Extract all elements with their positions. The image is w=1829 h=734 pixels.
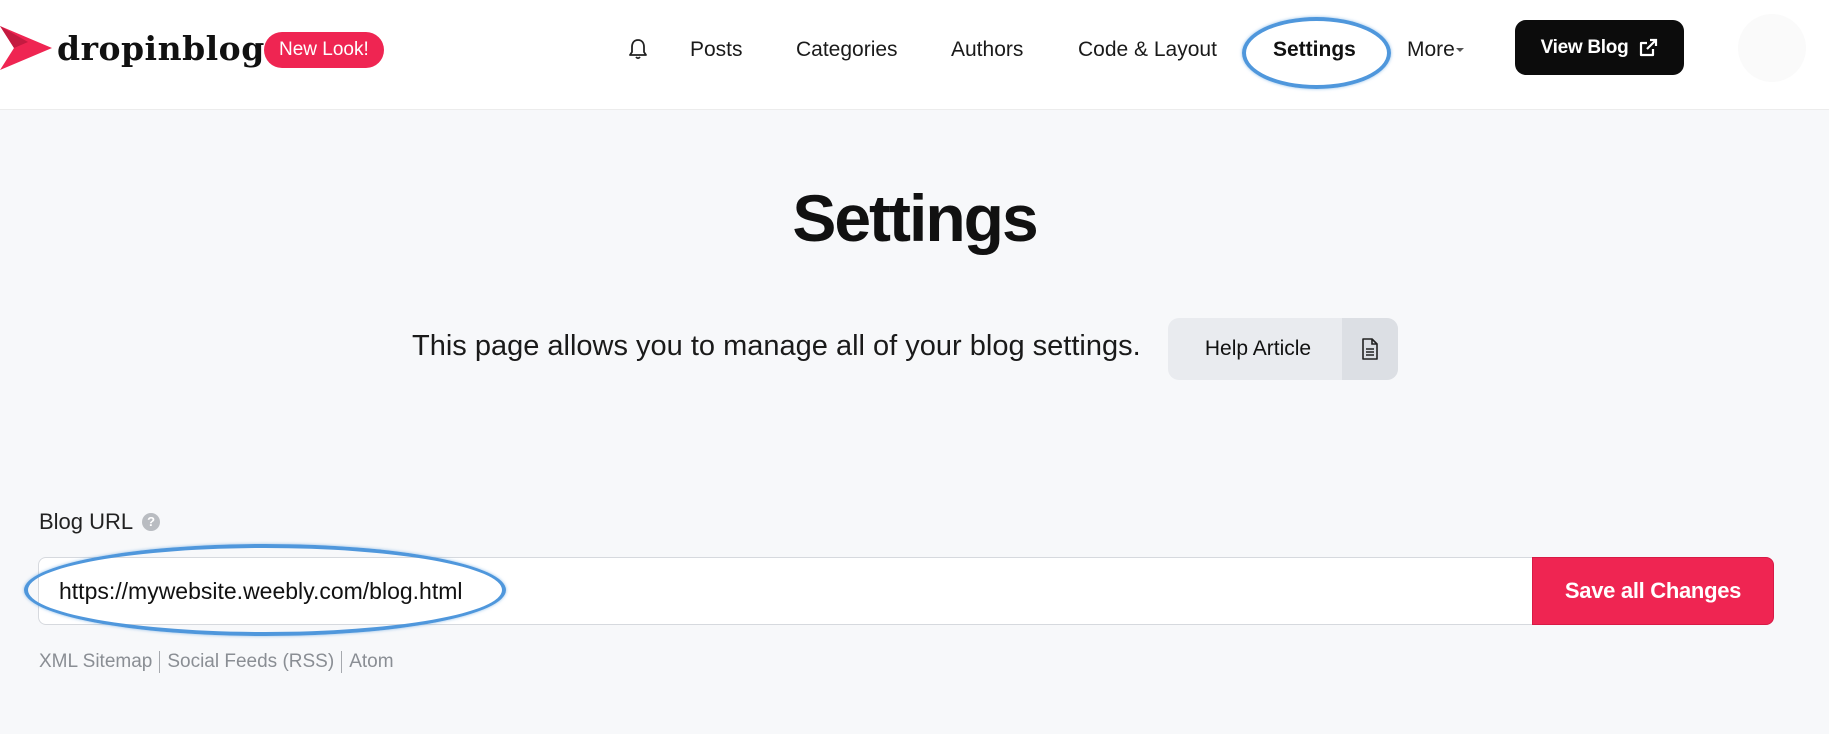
nav-more[interactable]: More: [1407, 37, 1464, 63]
nav-code-layout[interactable]: Code & Layout: [1078, 37, 1217, 63]
atom-link[interactable]: Atom: [349, 651, 393, 673]
dropinblog-logo[interactable]: dropinblog: [0, 26, 265, 70]
logo-text: dropinblog: [57, 28, 265, 68]
arrow-chevron-logo-icon: [0, 26, 52, 70]
xml-sitemap-link[interactable]: XML Sitemap: [39, 651, 152, 673]
bell-icon[interactable]: [628, 38, 648, 65]
help-article-button[interactable]: Help Article: [1168, 318, 1398, 380]
blog-url-label-text: Blog URL: [39, 509, 134, 534]
top-navigation-bar: dropinblog New Look! Posts Categories Au…: [0, 0, 1829, 110]
page-title: Settings: [792, 181, 1038, 255]
question-icon[interactable]: ?: [142, 513, 161, 531]
user-avatar[interactable]: [1738, 14, 1806, 82]
page-description: This page allows you to manage all of yo…: [412, 330, 1141, 362]
social-feeds-rss-link[interactable]: Social Feeds (RSS): [167, 651, 334, 673]
save-all-changes-button[interactable]: Save all Changes: [1532, 557, 1774, 625]
blog-url-label: Blog URL ?: [39, 509, 161, 535]
divider: [159, 651, 161, 673]
nav-posts[interactable]: Posts: [690, 37, 743, 63]
nav-categories[interactable]: Categories: [796, 37, 898, 63]
nav-more-label: More: [1407, 38, 1455, 61]
help-article-label: Help Article: [1204, 337, 1312, 360]
feed-links: XML Sitemap Social Feeds (RSS) Atom: [39, 651, 394, 673]
document-icon: [1342, 318, 1398, 380]
nav-authors[interactable]: Authors: [951, 37, 1023, 63]
divider: [341, 651, 343, 673]
external-link-icon: [1640, 38, 1658, 56]
blog-url-input[interactable]: [38, 557, 1532, 625]
chevron-down-icon: [1455, 48, 1464, 53]
view-blog-label: View Blog: [1540, 36, 1629, 58]
settings-highlight-circle: [1242, 17, 1391, 89]
view-blog-button[interactable]: View Blog: [1515, 20, 1684, 75]
new-look-badge[interactable]: New Look!: [264, 32, 384, 68]
